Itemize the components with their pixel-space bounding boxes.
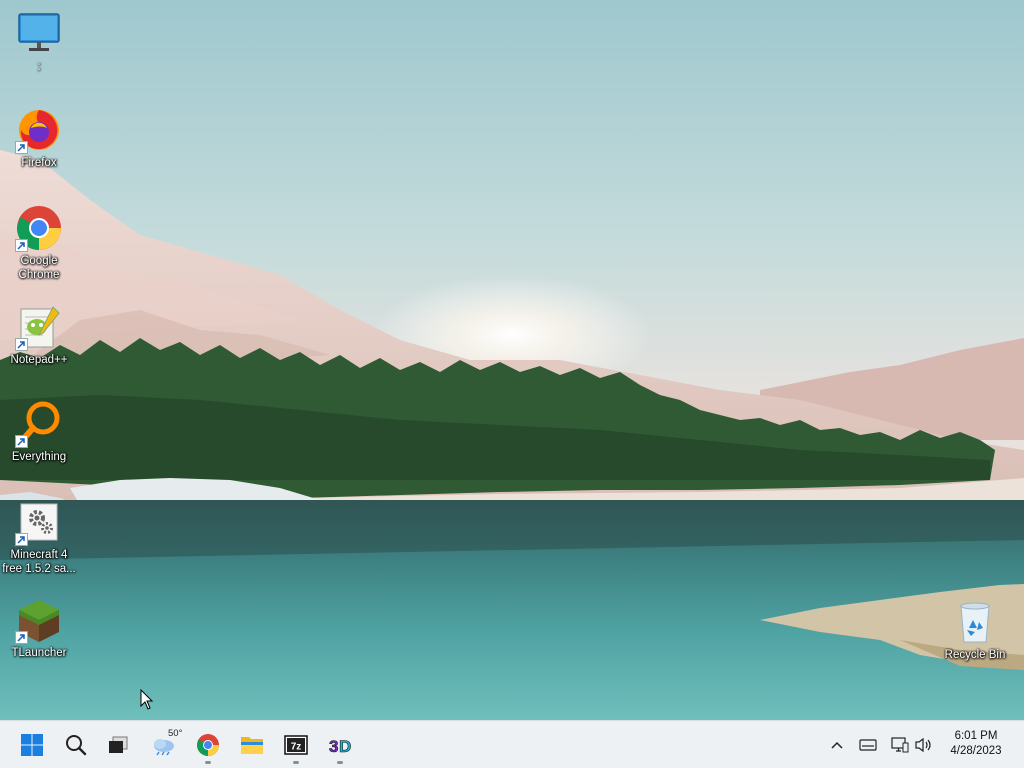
settings-gear-file-icon: [15, 498, 63, 546]
chrome-icon: [197, 734, 219, 756]
desktop-icon-label: Everything: [11, 451, 67, 463]
desktop-icon-label: Notepad++: [10, 354, 68, 366]
windows-start-icon: [21, 734, 43, 756]
taskbar-7zip-button[interactable]: 7z: [276, 725, 316, 765]
desktop-wallpaper: [0, 0, 1024, 720]
tray-keyboard-button[interactable]: [858, 735, 878, 755]
clock[interactable]: 6:01 PM 4/28/2023: [946, 729, 1006, 759]
recycle-bin-icon: [951, 598, 999, 646]
network-icon: [891, 737, 909, 753]
clock-date: 4/28/2023: [950, 745, 1002, 757]
task-view-button[interactable]: [98, 725, 138, 765]
tray-volume-button[interactable]: [914, 735, 934, 755]
desktop-icon-notepadpp[interactable]: Notepad++: [1, 303, 77, 367]
mouse-cursor-icon: [140, 688, 154, 716]
desktop-icon-tlauncher[interactable]: TLauncher: [1, 596, 77, 660]
desktop-icon-chrome[interactable]: Google Chrome: [1, 204, 77, 282]
notepad-plus-plus-icon: [15, 303, 63, 351]
start-button[interactable]: [12, 725, 52, 765]
desktop-icon-label: Recycle Bin: [944, 649, 1006, 661]
svg-text:D: D: [339, 737, 351, 756]
taskbar: 50° 7z 3 D 6:01 PM 4/28/2023: [0, 720, 1024, 768]
shortcut-arrow-icon: [15, 338, 28, 351]
7zip-icon: 7z: [284, 735, 308, 755]
running-indicator: [293, 761, 299, 764]
task-view-icon: [109, 736, 128, 753]
desktop-icon-firefox[interactable]: Firefox: [1, 106, 77, 170]
shortcut-arrow-icon: [15, 631, 28, 644]
running-indicator: [337, 761, 343, 764]
keyboard-icon: [859, 739, 877, 751]
3d-app-icon: 3 D: [329, 737, 352, 757]
everything-search-icon: [15, 400, 63, 448]
svg-text:3: 3: [329, 737, 338, 756]
shortcut-arrow-icon: [15, 239, 28, 252]
shortcut-arrow-icon: [15, 533, 28, 546]
weather-widget[interactable]: 50°: [144, 725, 184, 765]
desktop-icon-label: Firefox: [21, 157, 57, 169]
weather-temperature: 50°: [168, 728, 183, 739]
taskbar-3d-app-button[interactable]: 3 D: [320, 725, 360, 765]
running-indicator: [205, 761, 211, 764]
clock-time: 6:01 PM: [954, 730, 998, 742]
taskbar-chrome-button[interactable]: [188, 725, 228, 765]
desktop-icon-this-pc[interactable]: :: [1, 10, 77, 74]
monitor-icon: [15, 10, 63, 58]
taskbar-file-explorer-button[interactable]: [232, 725, 272, 765]
file-explorer-icon: [241, 737, 263, 754]
firefox-icon: [15, 106, 63, 154]
desktop-icon-label: TLauncher: [11, 647, 67, 659]
grass-block-icon: [15, 596, 63, 644]
desktop-icon-everything[interactable]: Everything: [1, 400, 77, 464]
search-icon: [66, 735, 87, 756]
desktop-icon-label: Minecraft 4 free 1.5.2 sa...: [2, 549, 76, 575]
chevron-up-icon: [831, 741, 843, 749]
shortcut-arrow-icon: [15, 435, 28, 448]
desktop-icon-label: Google Chrome: [18, 255, 60, 281]
desktop-icon-minecraft[interactable]: Minecraft 4 free 1.5.2 sa...: [1, 498, 77, 576]
shortcut-arrow-icon: [15, 141, 28, 154]
show-hidden-icons-button[interactable]: [827, 735, 847, 755]
desktop-icon-label: :: [37, 61, 41, 73]
speaker-icon: [915, 737, 931, 753]
desktop-icon-recycle-bin[interactable]: Recycle Bin: [937, 598, 1013, 662]
tray-network-button[interactable]: [890, 735, 910, 755]
search-button[interactable]: [56, 725, 96, 765]
chrome-icon: [15, 204, 63, 252]
svg-text:7z: 7z: [291, 742, 302, 753]
